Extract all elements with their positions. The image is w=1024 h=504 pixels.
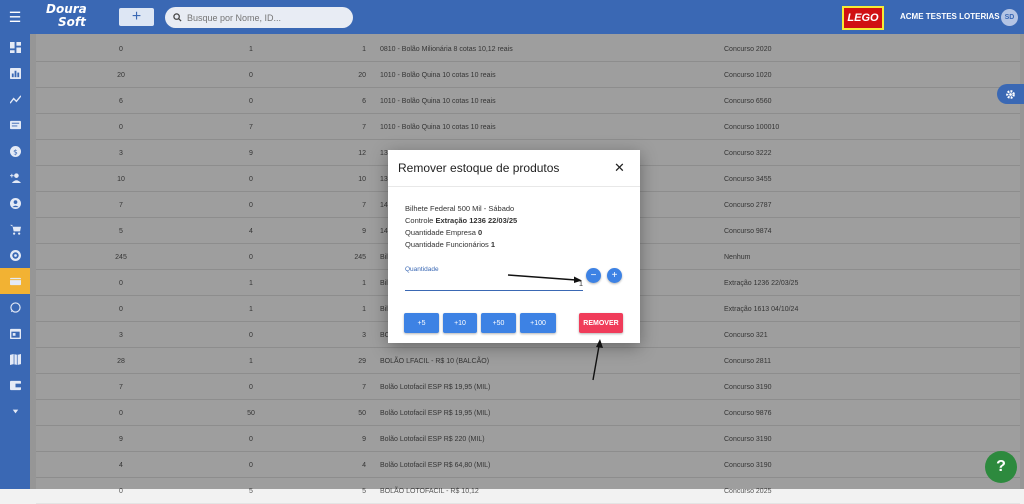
- top-bar: ☰ Doura Soft + LEGO ACME TESTES LOTERIAS…: [0, 0, 1024, 34]
- sidebar-item-finance[interactable]: $: [0, 138, 30, 164]
- remove-button[interactable]: REMOVER: [579, 313, 623, 333]
- ticket-icon: [9, 277, 21, 285]
- staff-cell: 5: [249, 488, 253, 495]
- trend-icon: [9, 94, 21, 104]
- product-name: Bilhete Federal 500 Mil - Sábado: [405, 204, 515, 213]
- svg-text:$: $: [13, 147, 18, 156]
- sidebar-item-map[interactable]: [0, 346, 30, 372]
- staff-qty-value: 1: [490, 240, 496, 249]
- contest-cell: Concurso 2025: [724, 488, 772, 495]
- sidebar: $: [0, 34, 30, 489]
- divider: [388, 186, 640, 187]
- hamburger-menu-icon[interactable]: ☰: [0, 0, 30, 34]
- gear-icon: [1006, 89, 1015, 99]
- avatar[interactable]: SD: [1001, 9, 1018, 26]
- search-bar[interactable]: [165, 7, 353, 28]
- decrement-button[interactable]: −: [586, 268, 601, 283]
- sidebar-item-calendar[interactable]: [0, 320, 30, 346]
- sidebar-item-whatsapp[interactable]: [0, 294, 30, 320]
- product-name-cell: BOLÃO LOTOFACIL - R$ 10,12: [380, 488, 479, 495]
- sidebar-item-add-user[interactable]: [0, 164, 30, 190]
- chevron-down-icon: [12, 409, 18, 413]
- brand-logo: LEGO: [842, 6, 884, 30]
- company-qty-label: Quantidade Empresa: [405, 228, 476, 237]
- sidebar-item-tickets[interactable]: [0, 268, 30, 294]
- dollar-icon: $: [9, 145, 21, 157]
- sidebar-item-users[interactable]: [0, 190, 30, 216]
- calendar-icon: [9, 328, 21, 339]
- add-button[interactable]: +: [119, 8, 154, 26]
- remove-stock-dialog: Remover estoque de produtos ✕ Bilhete Fe…: [388, 150, 640, 343]
- add-100-button[interactable]: +100: [520, 313, 556, 333]
- sidebar-item-messages[interactable]: [0, 112, 30, 138]
- app-logo[interactable]: Doura Soft: [46, 3, 87, 29]
- close-icon[interactable]: ✕: [614, 160, 625, 176]
- annotation-arrow-remove: [592, 339, 603, 381]
- search-input[interactable]: [187, 12, 347, 23]
- dialog-title: Remover estoque de produtos: [398, 161, 560, 175]
- company-name[interactable]: ACME TESTES LOTERIAS: [900, 12, 1000, 21]
- add-10-button[interactable]: +10: [443, 313, 477, 333]
- wallet-icon: [9, 380, 21, 390]
- company-qty-value: 0: [477, 228, 483, 237]
- sidebar-item-trends[interactable]: [0, 86, 30, 112]
- add-50-button[interactable]: +50: [481, 313, 516, 333]
- sidebar-item-target[interactable]: [0, 242, 30, 268]
- control-value: Extração 1236 22/03/25: [435, 216, 518, 225]
- sidebar-item-wallet[interactable]: [0, 372, 30, 398]
- staff-qty-label: Quantidade Funcionários: [405, 240, 489, 249]
- map-icon: [9, 353, 21, 365]
- staff-qty-line: Quantidade Funcionários 1: [405, 240, 495, 249]
- sidebar-item-cart[interactable]: [0, 216, 30, 242]
- stock-cell: 0: [119, 488, 123, 495]
- company-qty-line: Quantidade Empresa 0: [405, 228, 482, 237]
- logo-line2: Soft: [58, 15, 86, 29]
- add-user-icon: [9, 172, 21, 183]
- add-5-button[interactable]: +5: [404, 313, 439, 333]
- dashboard-icon: [9, 41, 21, 53]
- cart-icon: [9, 224, 21, 235]
- sidebar-item-dashboard[interactable]: [0, 34, 30, 60]
- increment-button[interactable]: +: [607, 268, 622, 283]
- message-icon: [9, 120, 21, 129]
- report-icon: [9, 67, 21, 79]
- sidebar-expand[interactable]: [0, 398, 30, 424]
- target-icon: [9, 249, 21, 261]
- annotation-arrow: [507, 274, 582, 283]
- sidebar-item-reports[interactable]: [0, 60, 30, 86]
- quantity-label: Quantidade: [405, 266, 439, 273]
- control-line: Controle Extração 1236 22/03/25: [405, 216, 517, 225]
- settings-button[interactable]: [997, 84, 1024, 104]
- whatsapp-icon: [9, 301, 21, 313]
- search-icon: [173, 13, 182, 22]
- control-label: Controle: [405, 216, 434, 225]
- help-button[interactable]: ?: [985, 451, 1017, 483]
- total-cell: 5: [362, 488, 366, 495]
- user-icon: [9, 197, 21, 209]
